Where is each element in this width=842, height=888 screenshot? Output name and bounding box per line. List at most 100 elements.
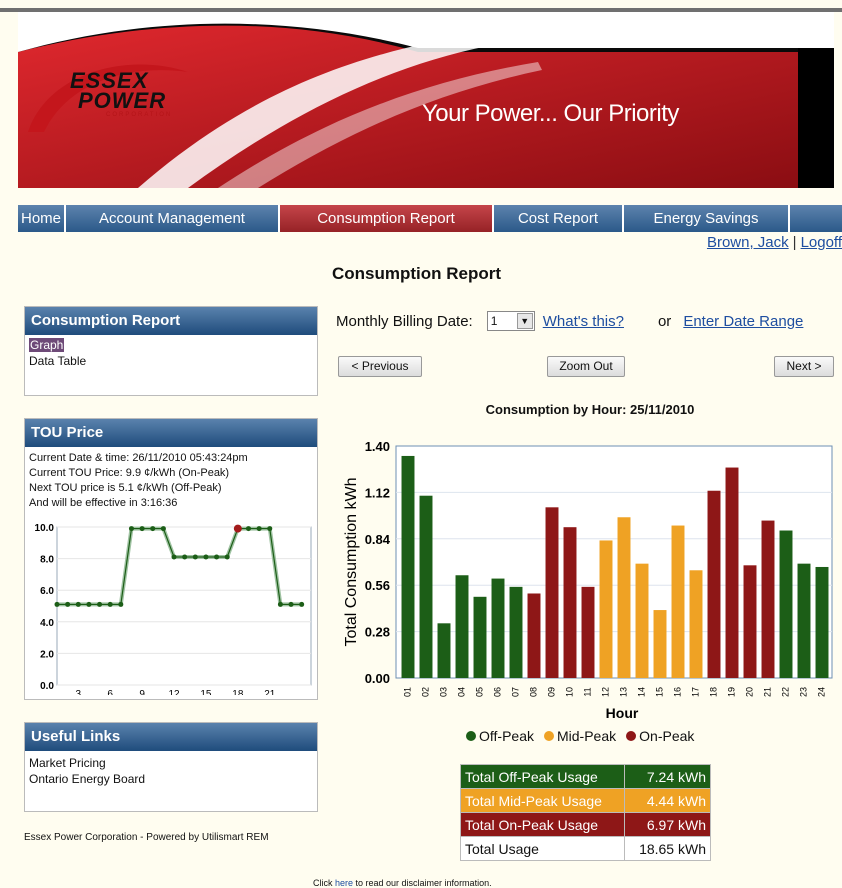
bar-hour-08[interactable] [527, 593, 541, 678]
x-tick-label: 05 [474, 687, 484, 697]
tou-y-tick-label: 6.0 [40, 586, 54, 597]
table-row: Total Mid-Peak Usage 4.44 kWh [460, 788, 711, 813]
nav-energy-savings[interactable]: Energy Savings [624, 205, 790, 232]
x-tick-label: 20 [744, 687, 754, 697]
tou-point-21[interactable] [267, 526, 273, 532]
sidebar-item-data-table[interactable]: Data Table [29, 353, 313, 369]
or-text: or [657, 312, 672, 330]
x-tick-label: 03 [438, 687, 448, 697]
consumption-chart: 0.00 0.28 0.56 0.84 1.12 1.40 01 02 03 04 05 06 07 08… [343, 439, 833, 721]
x-tick-label: 13 [618, 687, 628, 697]
bar-hour-15[interactable] [653, 610, 667, 678]
tou-point-9[interactable] [139, 526, 145, 532]
bar-hour-22[interactable] [779, 530, 793, 678]
bar-hour-06[interactable] [491, 578, 505, 678]
nav-home[interactable]: Home [18, 205, 66, 232]
link-ontario-energy-board[interactable]: Ontario Energy Board [29, 771, 313, 787]
x-tick-label: 11 [582, 687, 592, 696]
bar-hour-23[interactable] [797, 563, 811, 678]
bar-hour-05[interactable] [473, 596, 487, 678]
logoff-link[interactable]: Logoff [801, 234, 842, 251]
legend-on-peak-dot [626, 731, 637, 741]
x-tick-label: 18 [708, 687, 718, 697]
tou-point-8[interactable] [128, 526, 134, 532]
disclaimer-link[interactable]: here [335, 878, 353, 888]
nav-cost-report[interactable]: Cost Report [494, 205, 624, 232]
next-button[interactable]: Next > [774, 356, 834, 377]
nav-consumption-report[interactable]: Consumption Report [280, 205, 494, 232]
sidebar-item-graph[interactable]: Graph [29, 337, 313, 353]
bar-hour-02[interactable] [419, 495, 433, 678]
bar-hour-12[interactable] [599, 540, 613, 678]
y-axis-label: Total Consumption kWh [343, 478, 360, 647]
chart-legend: Off-Peak Mid-Peak On-Peak [466, 728, 704, 744]
main-nav: Home Account Management Consumption Report… [18, 205, 842, 232]
tou-point-3[interactable] [75, 601, 81, 607]
bar-hour-14[interactable] [635, 563, 649, 678]
bar-hour-03[interactable] [437, 623, 451, 678]
chart-title: Consumption by Hour: 25/11/2010 [485, 402, 695, 417]
usage-on-peak-value: 6.97 kWh [624, 812, 711, 837]
enter-date-range-link[interactable]: Enter Date Range [683, 313, 803, 330]
previous-button[interactable]: < Previous [338, 356, 422, 377]
billing-date-select[interactable]: 1 ▼ [486, 311, 535, 331]
tou-point-20[interactable] [256, 526, 262, 532]
user-name-link[interactable]: Brown, Jack [707, 234, 789, 251]
x-tick-label: 01 [402, 687, 412, 697]
tou-point-19[interactable] [245, 526, 251, 532]
tou-point-4[interactable] [86, 601, 92, 607]
powered-by: Essex Power Corporation - Powered by Uti… [24, 832, 269, 843]
x-tick-label: 24 [816, 687, 826, 697]
tou-point-10[interactable] [150, 526, 156, 532]
tou-point-18[interactable] [233, 524, 242, 533]
tou-point-23[interactable] [288, 601, 294, 607]
x-tick-label: 08 [528, 687, 538, 697]
whats-this-link[interactable]: What's this? [543, 313, 624, 330]
zoom-out-button[interactable]: Zoom Out [547, 356, 625, 377]
bar-hour-07[interactable] [509, 586, 523, 678]
x-tick-label: 19 [726, 687, 736, 697]
bar-hour-01[interactable] [401, 455, 415, 678]
tou-point-7[interactable] [118, 601, 124, 607]
x-tick-label: 10 [564, 687, 574, 697]
tou-point-2[interactable] [65, 601, 71, 607]
bar-hour-21[interactable] [761, 520, 775, 678]
tou-price-chart: 0.0 2.0 4.0 6.0 8.0 10.0 3 6 9 12 15 18 21 [35, 523, 312, 695]
tou-point-1[interactable] [54, 601, 60, 607]
tou-y-tick-label: 4.0 [40, 618, 54, 629]
bar-hour-18[interactable] [707, 490, 721, 678]
tou-point-12[interactable] [171, 554, 177, 560]
bar-hour-17[interactable] [689, 570, 703, 678]
tou-point-17[interactable] [224, 554, 230, 560]
tou-point-6[interactable] [107, 601, 113, 607]
bar-hour-16[interactable] [671, 525, 685, 678]
tou-point-11[interactable] [160, 526, 166, 532]
tou-current-datetime: Current Date & time: 26/11/2010 05:43:24… [29, 452, 248, 464]
bar-hour-11[interactable] [581, 586, 595, 678]
bar-hour-13[interactable] [617, 517, 631, 678]
tou-point-5[interactable] [97, 601, 103, 607]
consumption-panel-title: Consumption Report [25, 307, 317, 335]
tou-point-14[interactable] [192, 554, 198, 560]
x-tick-label: 21 [762, 687, 772, 697]
tou-x-tick-label: 18 [232, 689, 244, 695]
bar-hour-04[interactable] [455, 575, 469, 678]
tou-next-price: Next TOU price is 5.1 ¢/kWh (Off-Peak) [29, 482, 222, 494]
user-separator: | [792, 234, 797, 251]
bar-hour-10[interactable] [563, 527, 577, 678]
bar-hour-19[interactable] [725, 467, 739, 678]
tou-point-22[interactable] [277, 601, 283, 607]
chevron-down-icon[interactable]: ▼ [516, 313, 533, 329]
tou-point-15[interactable] [203, 554, 209, 560]
tou-point-16[interactable] [214, 554, 220, 560]
tou-point-24[interactable] [299, 601, 305, 607]
bar-hour-20[interactable] [743, 565, 757, 678]
bar-hour-24[interactable] [815, 566, 829, 678]
tou-point-13[interactable] [182, 554, 188, 560]
bar-hour-09[interactable] [545, 507, 559, 678]
billing-date-value: 1 [490, 314, 498, 328]
usage-mid-peak-value: 4.44 kWh [624, 788, 711, 813]
tou-effective-in: And will be effective in 3:16:36 [29, 497, 178, 509]
nav-account-management[interactable]: Account Management [66, 205, 280, 232]
link-market-pricing[interactable]: Market Pricing [29, 755, 313, 771]
